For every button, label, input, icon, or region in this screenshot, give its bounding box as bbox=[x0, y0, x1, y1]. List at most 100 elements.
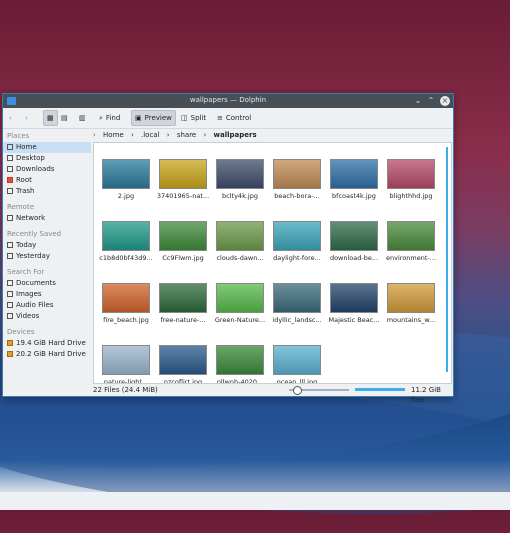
close-icon[interactable]: × bbox=[440, 96, 450, 106]
hard-drive-icon bbox=[7, 340, 13, 346]
root-folder-icon bbox=[7, 177, 13, 183]
file-item[interactable]: blighthhd.jpg bbox=[383, 159, 437, 219]
file-name: nllwnh-4020... bbox=[216, 378, 264, 384]
section-header: Places bbox=[7, 132, 30, 140]
file-item[interactable]: nzcoflirt.jpg bbox=[155, 345, 209, 383]
sidebar-item-network[interactable]: Network bbox=[3, 213, 91, 224]
calendar-icon bbox=[7, 242, 13, 248]
breadcrumb-item[interactable]: Home bbox=[103, 131, 124, 139]
calendar-icon bbox=[7, 253, 13, 259]
scrollbar[interactable] bbox=[446, 147, 448, 372]
file-item[interactable]: ocean_lll.jpg bbox=[269, 345, 323, 384]
image-thumbnail bbox=[216, 345, 264, 375]
breadcrumb-current[interactable]: wallpapers bbox=[214, 131, 257, 139]
places-panel: Places Home Desktop Downloads Root Trash… bbox=[3, 129, 91, 384]
sidebar-item-trash[interactable]: Trash bbox=[3, 186, 91, 197]
free-space-bar bbox=[355, 388, 405, 391]
chevron-right-icon: › bbox=[203, 131, 207, 139]
image-thumbnail bbox=[216, 221, 264, 251]
sidebar-item-images[interactable]: Images bbox=[3, 289, 91, 300]
file-item[interactable]: nllwnh-4020... bbox=[212, 345, 266, 384]
image-thumbnail bbox=[330, 221, 378, 251]
breadcrumb-item[interactable]: .local bbox=[141, 131, 160, 139]
file-item[interactable]: 37401965-nat... bbox=[155, 159, 209, 219]
file-name: c1b8d0bf43d9... bbox=[99, 254, 153, 262]
sidebar-item-root[interactable]: Root bbox=[3, 175, 91, 186]
image-icon bbox=[7, 291, 13, 297]
sidebar-item-downloads[interactable]: Downloads bbox=[3, 164, 91, 175]
control-button[interactable]: ≡ Control bbox=[217, 111, 251, 125]
chevron-right-icon: › bbox=[166, 131, 170, 139]
sidebar-item-home[interactable]: Home bbox=[3, 142, 91, 153]
image-thumbnail bbox=[216, 159, 264, 189]
file-name: ocean_lll.jpg bbox=[276, 378, 318, 384]
details-view-button[interactable]: ▥ bbox=[79, 111, 86, 125]
file-item[interactable]: Cc9Flwm.jpg bbox=[155, 221, 209, 281]
network-icon bbox=[7, 215, 13, 221]
zoom-slider[interactable] bbox=[289, 386, 349, 395]
file-item[interactable]: Majestic Beac... bbox=[326, 283, 380, 343]
file-name: download-be... bbox=[329, 254, 379, 262]
file-item[interactable]: bclty4k.jpg bbox=[212, 159, 266, 219]
hard-drive-icon bbox=[7, 351, 13, 357]
minimize-icon[interactable]: ⌄ bbox=[413, 96, 423, 106]
title-bar[interactable]: wallpapers — Dolphin ⌄ ⌃ × bbox=[3, 94, 453, 108]
audio-icon bbox=[7, 302, 13, 308]
file-item[interactable]: daylight-fore... bbox=[269, 221, 323, 281]
sidebar-item-drive-1[interactable]: 19.4 GiB Hard Drive bbox=[3, 338, 91, 349]
compact-view-button[interactable]: ▤ bbox=[61, 111, 68, 125]
file-name: Cc9Flwm.jpg bbox=[162, 254, 204, 262]
file-name: fire_beach.jpg bbox=[103, 316, 149, 324]
image-thumbnail bbox=[387, 159, 435, 189]
breadcrumb-item[interactable]: share bbox=[177, 131, 196, 139]
image-thumbnail bbox=[273, 283, 321, 313]
file-name: environment-... bbox=[386, 254, 436, 262]
sidebar-item-videos[interactable]: Videos bbox=[3, 311, 91, 322]
icons-view-button[interactable]: ▦ bbox=[43, 110, 58, 126]
sidebar-item-drive-2[interactable]: 20.2 GiB Hard Drive bbox=[3, 349, 91, 360]
sidebar-item-documents[interactable]: Documents bbox=[3, 278, 91, 289]
split-button[interactable]: ◫ Split bbox=[181, 111, 206, 125]
preview-button[interactable]: ▣ Preview bbox=[131, 110, 176, 126]
back-icon[interactable]: ‹ bbox=[9, 111, 12, 125]
image-thumbnail bbox=[159, 159, 207, 189]
file-name: free-nature-... bbox=[160, 316, 206, 324]
file-item[interactable]: idyllic_landsc... bbox=[269, 283, 323, 343]
document-icon bbox=[7, 280, 13, 286]
trash-icon bbox=[7, 188, 13, 194]
file-name: clouds-dawn... bbox=[216, 254, 264, 262]
image-thumbnail bbox=[387, 221, 435, 251]
file-item[interactable]: fire_beach.jpg bbox=[98, 283, 152, 343]
section-header: Devices bbox=[7, 328, 35, 336]
file-view[interactable]: 2.jpg 37401965-nat... bclty4k.jpg beach-bor… bbox=[93, 142, 452, 384]
free-space-label: 11.2 GiB free bbox=[411, 386, 441, 404]
file-item[interactable]: clouds-dawn... bbox=[212, 221, 266, 281]
sidebar-item-today[interactable]: Today bbox=[3, 240, 91, 251]
file-item[interactable]: 2.jpg bbox=[98, 159, 152, 219]
maximize-icon[interactable]: ⌃ bbox=[426, 96, 436, 106]
slider-handle[interactable] bbox=[293, 386, 302, 395]
file-item[interactable]: mountains_w... bbox=[383, 283, 437, 343]
sidebar-item-desktop[interactable]: Desktop bbox=[3, 153, 91, 164]
sidebar-item-audio-files[interactable]: Audio Files bbox=[3, 300, 91, 311]
image-thumbnail bbox=[273, 345, 321, 375]
file-name: Majestic Beac... bbox=[328, 316, 380, 324]
file-item[interactable]: download-be... bbox=[326, 221, 380, 281]
file-item[interactable]: c1b8d0bf43d9... bbox=[98, 221, 153, 281]
find-button[interactable]: ⌕ Find bbox=[99, 111, 120, 125]
breadcrumb: › Home › .local › share › wallpapers bbox=[93, 129, 449, 141]
file-count: 22 Files (24.4 MiB) bbox=[93, 386, 158, 394]
image-thumbnail bbox=[273, 159, 321, 189]
file-item[interactable]: beach-bora-... bbox=[269, 159, 323, 219]
file-name: Green-Nature... bbox=[214, 316, 266, 324]
sidebar-item-yesterday[interactable]: Yesterday bbox=[3, 251, 91, 262]
file-item[interactable]: nature-light... bbox=[98, 345, 152, 383]
file-item[interactable]: bfcoast4k.jpg bbox=[326, 159, 380, 219]
file-item[interactable]: free-nature-... bbox=[155, 283, 209, 343]
window-title: wallpapers — Dolphin bbox=[189, 96, 267, 104]
file-item[interactable]: Green-Nature... bbox=[212, 283, 266, 343]
file-name: bclty4k.jpg bbox=[222, 192, 258, 200]
menu-icon: ≡ bbox=[217, 114, 223, 122]
forward-icon[interactable]: › bbox=[25, 111, 28, 125]
file-item[interactable]: environment-... bbox=[383, 221, 437, 281]
